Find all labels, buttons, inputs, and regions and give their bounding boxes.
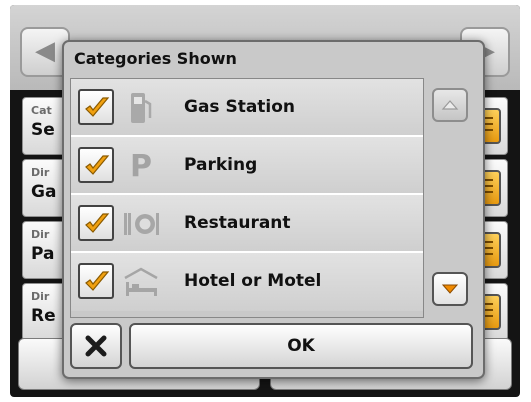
triangle-down-icon [441,284,459,294]
category-row-gas-station[interactable]: Gas Station [71,79,423,137]
hotel-bed-icon [121,263,161,301]
dialog-title: Categories Shown [74,49,237,68]
triangle-up-icon [441,100,459,110]
checkmark-icon [85,155,110,175]
categories-dialog: Categories Shown Gas Station P Parking R… [62,40,485,379]
checkbox[interactable] [78,205,114,241]
parking-icon-letter: P [130,148,152,184]
list-item-label: Dir [31,290,50,303]
list-item-label: Dir [31,166,50,179]
scroll-up-button[interactable] [432,88,468,122]
restaurant-icon [121,205,161,243]
checkbox[interactable] [78,263,114,299]
category-row-restaurant[interactable]: Restaurant [71,195,423,253]
category-label: Gas Station [184,97,296,117]
scroll-down-button[interactable] [432,272,468,306]
category-label: Hotel or Motel [184,271,322,291]
checkmark-icon [85,97,110,117]
parking-icon: P [121,147,161,185]
list-item-label: Cat [31,104,52,117]
ok-button[interactable]: OK [129,323,473,369]
category-label: Parking [184,155,258,175]
checkmark-icon [85,213,110,233]
category-row-hotel[interactable]: Hotel or Motel [71,253,423,311]
category-row-parking[interactable]: P Parking [71,137,423,195]
scrollbar[interactable] [424,78,478,316]
list-item-label: Dir [31,228,50,241]
category-list: Gas Station P Parking Restaurant Hotel o… [70,78,424,318]
list-item-value: Se [31,120,55,140]
gas-pump-icon [121,89,161,127]
category-label: Restaurant [184,213,291,233]
close-icon [85,335,107,357]
checkbox[interactable] [78,147,114,183]
list-item-value: Ga [31,182,57,202]
list-item-value: Pa [31,244,55,264]
checkbox[interactable] [78,89,114,125]
checkmark-icon [85,271,110,291]
close-button[interactable] [70,323,122,369]
list-item-value: Re [31,306,56,326]
